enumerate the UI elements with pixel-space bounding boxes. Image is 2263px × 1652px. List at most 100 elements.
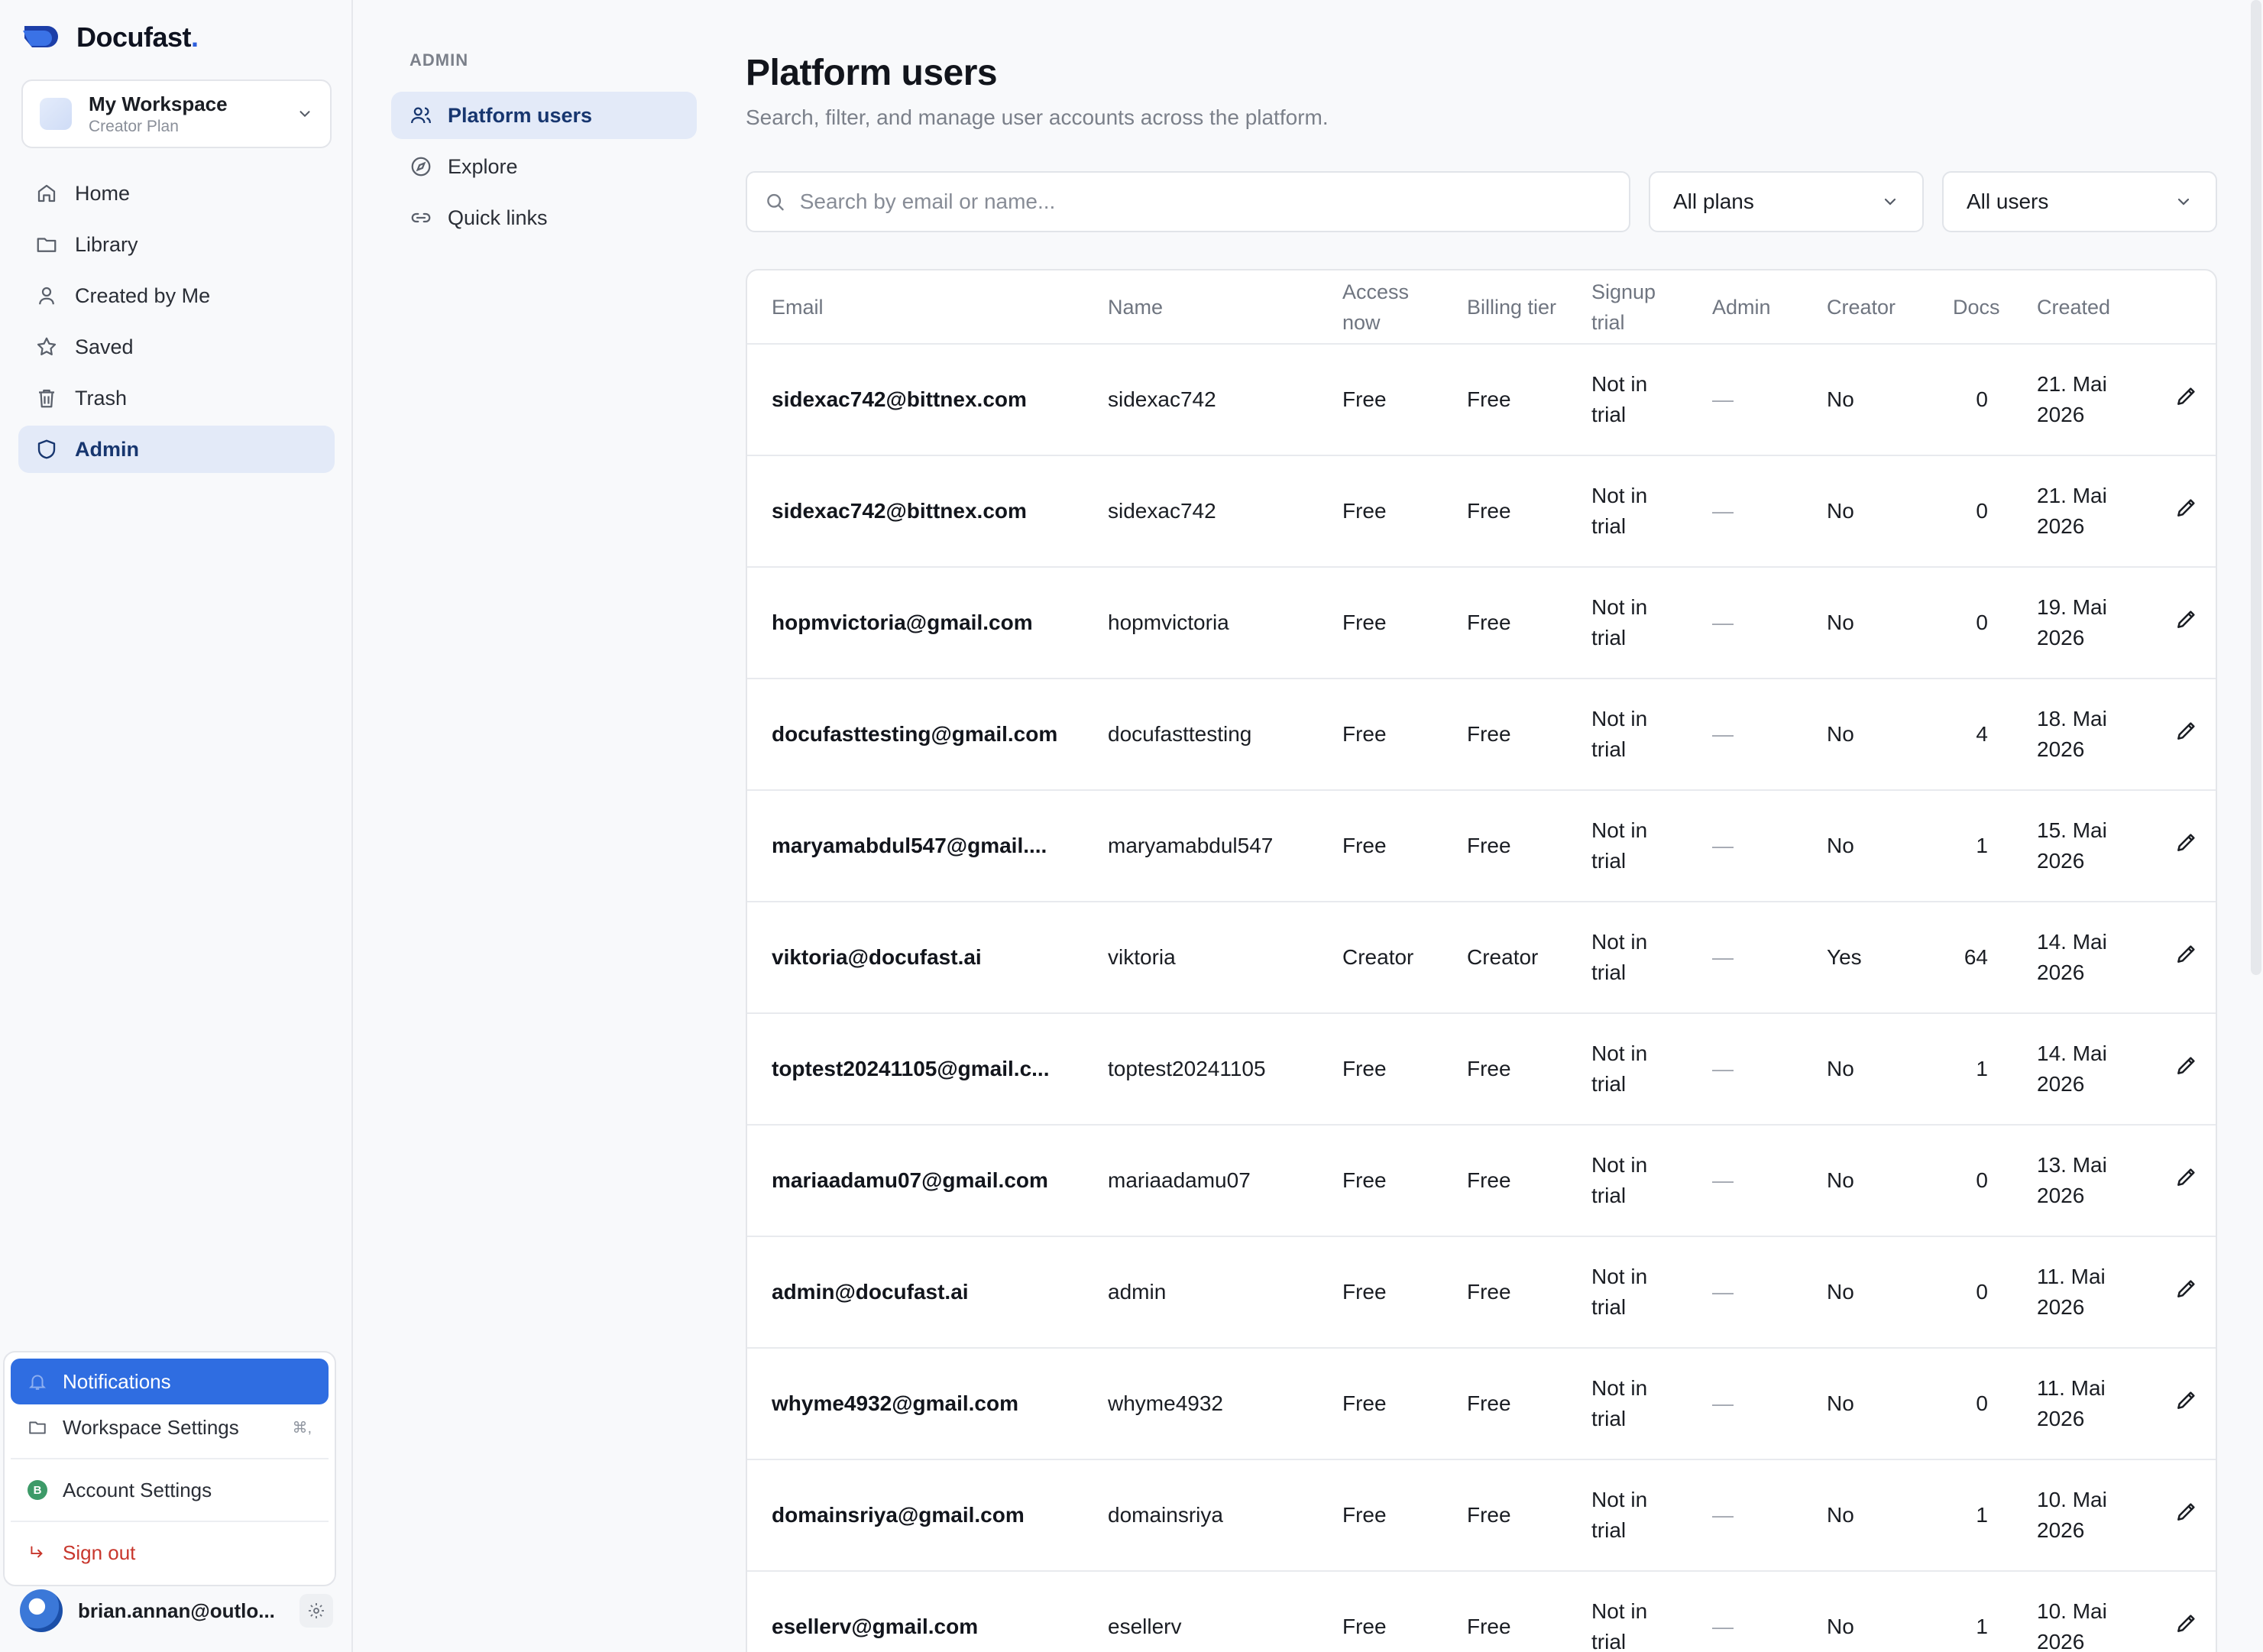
pencil-icon xyxy=(2177,1279,2195,1297)
cell-creator: No xyxy=(1802,1571,1928,1652)
sidebar-item-saved[interactable]: Saved xyxy=(18,323,335,371)
cell-access-now: Free xyxy=(1318,1013,1442,1126)
edit-user-button[interactable] xyxy=(2174,830,2199,854)
cell-actions xyxy=(2150,679,2216,791)
plan-filter-select[interactable]: All plans xyxy=(1649,171,1924,232)
column-header-access-now[interactable]: Access now xyxy=(1318,270,1442,345)
cell-created: 11. Mai 2026 xyxy=(2012,1348,2150,1460)
cell-access-now: Free xyxy=(1318,1125,1442,1237)
column-header-name[interactable]: Name xyxy=(1083,270,1318,345)
edit-user-button[interactable] xyxy=(2174,941,2199,966)
user-bar[interactable]: brian.annan@outlo... xyxy=(20,1588,333,1634)
cell-admin: — xyxy=(1688,1125,1802,1237)
column-header-docs[interactable]: Docs xyxy=(1928,270,2012,345)
edit-user-button[interactable] xyxy=(2174,1499,2199,1524)
column-header-signup-trial[interactable]: Signup trial xyxy=(1567,270,1688,345)
cell-email: admin@docufast.ai xyxy=(747,1236,1083,1349)
menu-item-account-settings[interactable]: B Account Settings xyxy=(11,1467,329,1513)
folder-icon xyxy=(37,238,57,252)
avatar xyxy=(20,1589,63,1632)
search-input[interactable] xyxy=(799,189,1612,214)
page-subtitle: Search, filter, and manage user accounts… xyxy=(746,105,1329,129)
subnav-item-explore[interactable]: Explore xyxy=(391,143,697,190)
cell-docs: 0 xyxy=(1928,1348,2012,1460)
user-filter-select[interactable]: All users xyxy=(1942,171,2217,232)
edit-user-button[interactable] xyxy=(2174,718,2199,743)
cell-actions xyxy=(2150,567,2216,679)
cell-creator: No xyxy=(1802,790,1928,902)
edit-user-button[interactable] xyxy=(2174,607,2199,631)
cell-admin: — xyxy=(1688,1013,1802,1126)
menu-item-sign-out[interactable]: Sign out xyxy=(11,1530,329,1576)
search-box[interactable] xyxy=(746,171,1630,232)
table-row[interactable]: esellerv@gmail.com esellerv Free Free Not in… xyxy=(747,1571,2216,1652)
sidebar-item-library[interactable]: Library xyxy=(18,221,335,268)
sidebar-item-created-by-me[interactable]: Created by Me xyxy=(18,272,335,319)
menu-item-workspace-settings[interactable]: Workspace Settings ⌘, xyxy=(11,1404,329,1450)
sidebar-item-trash[interactable]: Trash xyxy=(18,374,335,422)
cell-signup-trial: Not in trial xyxy=(1567,1348,1688,1460)
edit-user-button[interactable] xyxy=(2174,495,2199,520)
cell-created: 14. Mai 2026 xyxy=(2012,1013,2150,1126)
cell-billing-tier: Free xyxy=(1442,344,1567,456)
plan-filter-value: All plans xyxy=(1673,189,1754,213)
edit-user-button[interactable] xyxy=(2174,1053,2199,1077)
cell-creator: No xyxy=(1802,455,1928,568)
table-row[interactable]: hopmvictoria@gmail.com hopmvictoria Free Fr… xyxy=(747,567,2216,679)
cell-creator: No xyxy=(1802,567,1928,679)
cell-actions xyxy=(2150,1571,2216,1652)
column-header-creator[interactable]: Creator xyxy=(1802,270,1928,345)
cell-actions xyxy=(2150,1125,2216,1237)
users-table-container: Email Name Access now Billing tier Signu… xyxy=(746,269,2217,1652)
table-row[interactable]: sidexac742@bittnex.com sidexac742 Free Free… xyxy=(747,344,2216,456)
cell-admin: — xyxy=(1688,790,1802,902)
subnav-item-quick-links[interactable]: Quick links xyxy=(391,194,697,241)
column-header-billing-tier[interactable]: Billing tier xyxy=(1442,270,1567,345)
cell-name: hopmvictoria xyxy=(1083,567,1318,679)
brand-name: Docufast. xyxy=(76,21,199,53)
cell-billing-tier: Free xyxy=(1442,1348,1567,1460)
pencil-icon xyxy=(2177,833,2195,851)
settings-button[interactable] xyxy=(299,1594,333,1628)
sidebar-item-label: Created by Me xyxy=(75,283,211,307)
cell-admin: — xyxy=(1688,902,1802,1014)
cell-signup-trial: Not in trial xyxy=(1567,1125,1688,1237)
cell-signup-trial: Not in trial xyxy=(1567,1459,1688,1572)
compass-icon xyxy=(411,157,431,177)
cell-signup-trial: Not in trial xyxy=(1567,790,1688,902)
sidebar-item-admin[interactable]: Admin xyxy=(18,426,335,473)
edit-user-button[interactable] xyxy=(2174,1611,2199,1635)
table-row[interactable]: whyme4932@gmail.com whyme4932 Free Free Not … xyxy=(747,1348,2216,1460)
column-header-admin[interactable]: Admin xyxy=(1688,270,1802,345)
table-row[interactable]: toptest20241105@gmail.c... toptest2024110… xyxy=(747,1013,2216,1126)
sidebar-item-home[interactable]: Home xyxy=(18,170,335,217)
table-row[interactable]: admin@docufast.ai admin Free Free Not in tri… xyxy=(747,1236,2216,1349)
table-row[interactable]: sidexac742@bittnex.com sidexac742 Free Free… xyxy=(747,455,2216,568)
brand[interactable]: Docufast. xyxy=(21,21,199,53)
edit-user-button[interactable] xyxy=(2174,1388,2199,1412)
keyboard-shortcut: ⌘, xyxy=(292,1419,312,1437)
table-row[interactable]: docufasttesting@gmail.com docufasttesting… xyxy=(747,679,2216,791)
edit-user-button[interactable] xyxy=(2174,1276,2199,1301)
table-row[interactable]: domainsriya@gmail.com domainsriya Free Free… xyxy=(747,1459,2216,1572)
cell-billing-tier: Free xyxy=(1442,1125,1567,1237)
menu-item-notifications[interactable]: Notifications xyxy=(11,1359,329,1404)
sidebar-item-label: Library xyxy=(75,232,138,256)
cell-docs: 1 xyxy=(1928,1459,2012,1572)
cell-signup-trial: Not in trial xyxy=(1567,1571,1688,1652)
cell-creator: No xyxy=(1802,1348,1928,1460)
table-row[interactable]: maryamabdul547@gmail.... maryamabdul547 Fr… xyxy=(747,790,2216,902)
subnav-item-platform-users[interactable]: Platform users xyxy=(391,92,697,139)
table-row[interactable]: mariaadamu07@gmail.com mariaadamu07 Free Fr… xyxy=(747,1125,2216,1237)
column-header-created[interactable]: Created xyxy=(2012,270,2150,345)
page-scrollbar[interactable] xyxy=(2251,0,2261,975)
workspace-switcher[interactable]: My Workspace Creator Plan xyxy=(21,79,332,148)
edit-user-button[interactable] xyxy=(2174,384,2199,408)
table-row[interactable]: viktoria@docufast.ai viktoria Creator Creat… xyxy=(747,902,2216,1014)
cell-access-now: Free xyxy=(1318,1236,1442,1349)
edit-user-button[interactable] xyxy=(2174,1164,2199,1189)
home-icon xyxy=(37,184,56,202)
cell-access-now: Free xyxy=(1318,790,1442,902)
column-header-email[interactable]: Email xyxy=(747,270,1083,345)
cell-created: 11. Mai 2026 xyxy=(2012,1236,2150,1349)
